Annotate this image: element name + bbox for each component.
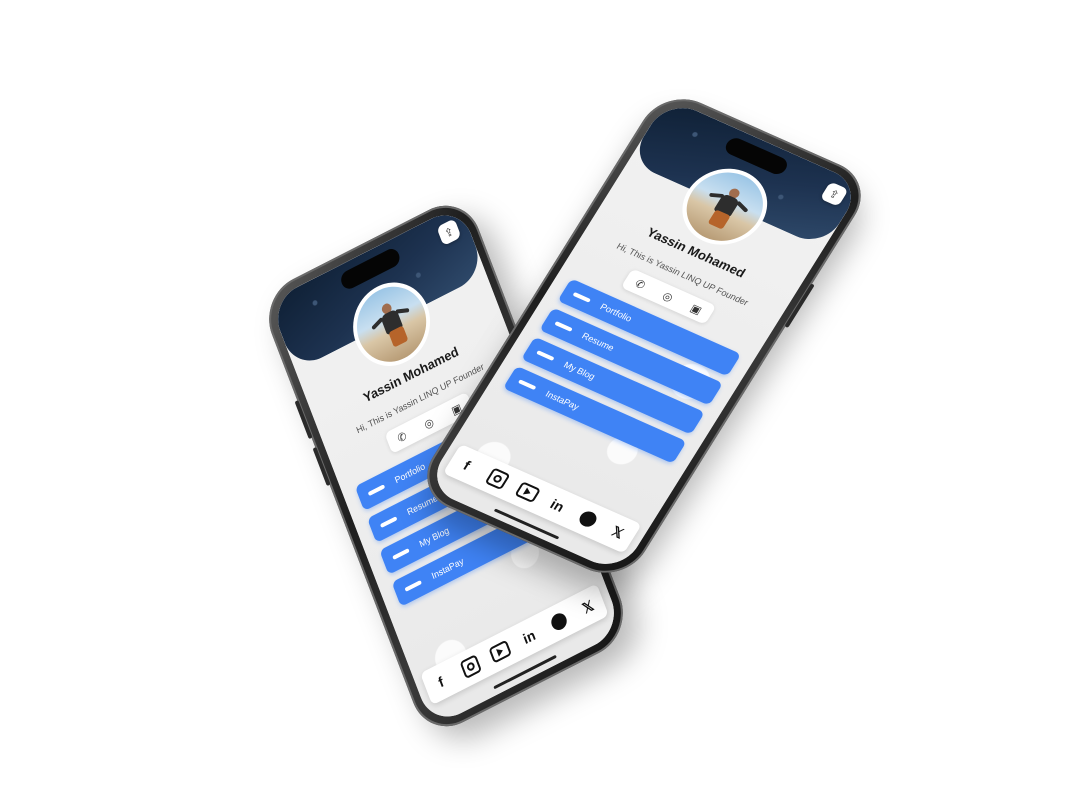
phone-icon[interactable]: ✆	[395, 429, 409, 445]
facebook-icon[interactable]: f	[452, 453, 481, 478]
github-icon[interactable]	[546, 608, 571, 636]
whatsapp-icon[interactable]: ◎	[660, 289, 676, 304]
x-icon[interactable]: 𝕏	[603, 520, 632, 545]
whatsapp-icon[interactable]: ◎	[422, 415, 436, 432]
linkedin-icon[interactable]: in	[543, 493, 572, 518]
x-icon[interactable]: 𝕏	[575, 593, 600, 621]
instagram-icon[interactable]	[483, 466, 512, 491]
github-icon[interactable]	[573, 506, 602, 531]
youtube-icon[interactable]	[487, 638, 512, 666]
mockup-stage: ⇪ Yassin Mohamed Hi, This is Yassin LINQ…	[0, 0, 1080, 810]
phone-icon[interactable]: ✆	[633, 277, 648, 291]
instagram-icon[interactable]	[458, 653, 483, 681]
facebook-icon[interactable]: f	[428, 668, 453, 696]
linkedin-icon[interactable]: in	[517, 623, 542, 651]
youtube-icon[interactable]	[513, 479, 542, 504]
contact-card-icon[interactable]: ▣	[688, 301, 704, 317]
